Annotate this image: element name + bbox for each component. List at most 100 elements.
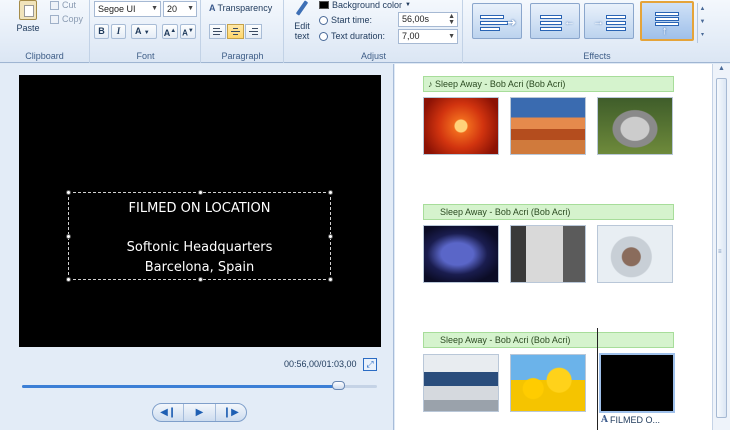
clipboard-group: Paste Cut Copy Clipboard: [0, 0, 90, 63]
text-duration-select[interactable]: 7,00 ▼: [398, 29, 458, 44]
chevron-down-icon: ▼: [405, 2, 411, 8]
ribbon: Paste Cut Copy Clipboard Segoe UI ▼ 20 ▼…: [0, 0, 730, 63]
seek-thumb[interactable]: [331, 381, 345, 390]
text-clip-label[interactable]: A FILMED O...: [601, 415, 660, 425]
start-time-input[interactable]: 56,00s ▲ ▼: [398, 12, 458, 27]
time-readout: 00:56,00/01:03,00: [284, 359, 357, 369]
transparency-button[interactable]: A Transparency: [209, 3, 272, 13]
music-track-bar[interactable]: ♪ Sleep Away - Bob Acri (Bob Acri): [423, 76, 674, 92]
edit-text-button[interactable]: Edit text: [289, 0, 315, 41]
chevron-down-icon: ▼: [143, 30, 150, 36]
paste-label: Paste: [16, 23, 40, 33]
clipboard-group-label: Clipboard: [25, 51, 64, 61]
resize-handle[interactable]: [328, 190, 333, 195]
storyboard: ♪ Sleep Away - Bob Acri (Bob Acri) Sleep…: [395, 64, 712, 430]
background-color-button[interactable]: Background color ▼: [319, 0, 411, 10]
effects-group-label: Effects: [583, 51, 611, 61]
video-preview[interactable]: FILMED ON LOCATION Softonic Headquarters…: [19, 75, 381, 347]
expand-icon: ⤢: [366, 359, 374, 369]
music-track-bar[interactable]: Sleep Away - Bob Acri (Bob Acri): [423, 332, 674, 348]
music-track-label: Sleep Away - Bob Acri (Bob Acri): [440, 335, 571, 345]
align-center-button[interactable]: [227, 24, 244, 39]
transparency-label: Transparency: [217, 3, 273, 13]
effect-fly-up[interactable]: ↑: [640, 1, 694, 41]
font-family-select[interactable]: Segoe UI ▼: [94, 1, 161, 17]
seek-progress: [22, 385, 338, 388]
font-group: Segoe UI ▼ 20 ▼ B I A ▼ A▲ A▼ Font: [91, 0, 201, 63]
text-clip-text: FILMED O...: [609, 415, 660, 425]
start-time-row: Start time:: [319, 15, 372, 25]
resize-handle[interactable]: [328, 234, 333, 239]
chevron-down-icon: ▼: [151, 5, 158, 12]
expand-preview-button[interactable]: ⤢: [363, 358, 377, 371]
adjust-group: Edit text Background color ▼ Start time:…: [285, 0, 463, 63]
effect-fly-left[interactable]: ←: [530, 3, 580, 39]
clip-desert[interactable]: [510, 97, 586, 155]
align-right-button[interactable]: [245, 24, 262, 39]
caption-text-box[interactable]: FILMED ON LOCATION Softonic Headquarters…: [66, 190, 333, 282]
resize-handle[interactable]: [198, 190, 203, 195]
italic-button[interactable]: I: [111, 24, 126, 39]
clip-koala[interactable]: [597, 97, 673, 155]
music-track-label: Sleep Away - Bob Acri (Bob Acri): [435, 79, 566, 89]
font-size-select[interactable]: 20 ▼: [163, 1, 197, 17]
clip-flower[interactable]: [423, 97, 499, 155]
font-color-label: A: [135, 26, 142, 36]
shrink-font-button[interactable]: A▼: [180, 24, 196, 39]
play-button[interactable]: ▶: [184, 404, 216, 421]
storyboard-scrollbar[interactable]: ▲ ≡: [712, 64, 730, 430]
clip-barcelona-sign[interactable]: [510, 225, 586, 283]
color-swatch-icon: [319, 1, 329, 9]
effects-group: ➜ ← → ↑ ▲ ▼ ▾ Effects: [464, 0, 730, 63]
start-time-label: Start time:: [331, 15, 373, 25]
effects-gallery-scroll[interactable]: ▲ ▼ ▾: [697, 3, 707, 43]
clock-icon: [319, 31, 328, 41]
resize-handle[interactable]: [66, 277, 71, 282]
adjust-group-label: Adjust: [360, 51, 386, 61]
clip-office[interactable]: [423, 354, 499, 412]
arrow-right-icon: →: [593, 16, 604, 28]
cut-button[interactable]: Cut: [50, 0, 76, 10]
music-track-label: Sleep Away - Bob Acri (Bob Acri): [440, 207, 571, 217]
clip-tulips[interactable]: [510, 354, 586, 412]
resize-handle[interactable]: [66, 234, 71, 239]
pen-icon: [292, 0, 312, 18]
previous-frame-button[interactable]: ◀❙: [153, 404, 185, 421]
copy-icon: [50, 14, 59, 24]
align-left-button[interactable]: [209, 24, 226, 39]
clip-title-card[interactable]: [599, 353, 675, 413]
spinner-icon[interactable]: ▲ ▼: [448, 13, 455, 26]
text-duration-value: 7,00: [402, 31, 420, 41]
clip-softonic-sign[interactable]: [423, 225, 499, 283]
music-note-icon: ♪: [428, 79, 433, 89]
resize-handle[interactable]: [198, 277, 203, 282]
clip-hanging-chair[interactable]: [597, 225, 673, 283]
seek-bar[interactable]: [22, 381, 377, 390]
copy-button[interactable]: Copy: [50, 14, 83, 24]
scroll-up-icon[interactable]: ▲: [718, 65, 725, 72]
grow-arrow-icon: ▲: [170, 28, 177, 34]
music-track-bar[interactable]: Sleep Away - Bob Acri (Bob Acri): [423, 204, 674, 220]
effect-fly-right[interactable]: →: [584, 3, 634, 39]
text-caption-icon: A: [601, 415, 608, 425]
effect-scroll-right[interactable]: ➜: [472, 3, 522, 39]
edit-text-label: Edit text: [294, 21, 310, 41]
text-duration-row: Text duration:: [319, 31, 385, 41]
scrollbar-thumb[interactable]: [716, 78, 727, 418]
resize-handle[interactable]: [328, 277, 333, 282]
next-frame-button[interactable]: ❙▶: [216, 404, 246, 421]
paste-button[interactable]: Paste: [8, 0, 48, 44]
font-family-value: Segoe UI: [98, 4, 136, 14]
grow-font-button[interactable]: A▲: [162, 24, 178, 39]
background-color-label: Background color: [332, 0, 403, 10]
shrink-arrow-icon: ▼: [187, 28, 194, 34]
copy-label: Copy: [62, 14, 84, 24]
arrow-left-icon: ←: [564, 16, 575, 28]
caption-line-1: FILMED ON LOCATION: [128, 201, 271, 216]
bold-button[interactable]: B: [94, 24, 109, 39]
font-size-value: 20: [167, 4, 178, 14]
font-color-button[interactable]: A ▼: [131, 24, 157, 39]
playhead[interactable]: [597, 328, 598, 430]
resize-handle[interactable]: [66, 190, 71, 195]
chevron-down-icon: ▼: [448, 33, 455, 40]
